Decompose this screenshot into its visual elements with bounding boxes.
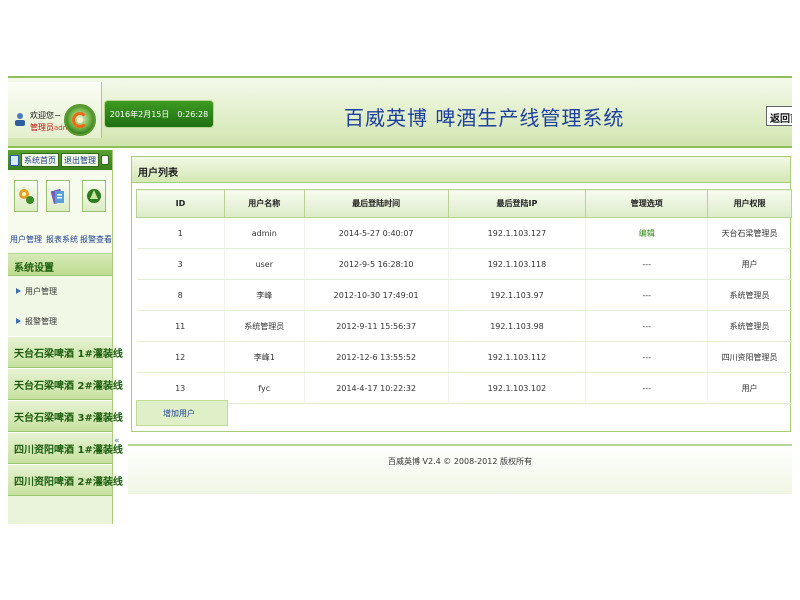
cell-permission: 用户 bbox=[707, 248, 792, 280]
edit-link[interactable]: 编辑 bbox=[585, 217, 709, 249]
sidebar: 系统首页 退出管理 用户管理 报表系统 报警查看 系统设置 用户管理 报警管理 … bbox=[8, 150, 123, 524]
sidebar-line-tiantai-3[interactable]: 天台石梁啤酒 3#灌装线 bbox=[8, 400, 123, 432]
bullet-arrow-icon bbox=[16, 288, 21, 294]
column-header: 用户权限 bbox=[707, 189, 792, 218]
cell-permission: 天台石梁管理员 bbox=[707, 217, 792, 249]
sidebar-top-links: 系统首页 退出管理 bbox=[8, 150, 112, 170]
cell-permission: 用户 bbox=[707, 372, 792, 404]
cell-last-login-time: 2012-12-6 13:55:52 bbox=[304, 341, 449, 373]
cell-id: 11 bbox=[136, 310, 225, 342]
cell-manage-option: --- bbox=[585, 341, 709, 373]
datetime-display: 2016年2月15日 0:26:28 bbox=[104, 100, 214, 128]
cell-manage-option: --- bbox=[585, 279, 709, 311]
table-row: 13 fyc 2014-4-17 10:22:32 192.1.103.102 … bbox=[136, 372, 792, 404]
add-user-button[interactable]: 增加用户 bbox=[136, 400, 228, 426]
gear-user-icon bbox=[19, 189, 34, 204]
cell-manage-option: --- bbox=[585, 310, 709, 342]
collapse-sidebar-icon[interactable]: « bbox=[114, 436, 124, 448]
cell-permission: 系统管理员 bbox=[707, 279, 792, 311]
chevron-down-icon[interactable] bbox=[101, 155, 109, 165]
report-icon bbox=[50, 188, 64, 205]
table-row: 1 admin 2014-5-27 0:40:07 192.1.103.127 … bbox=[136, 217, 792, 249]
cell-id: 12 bbox=[136, 341, 225, 373]
table-row: 3 user 2012-9-5 16:28:10 192.1.103.118 -… bbox=[136, 248, 792, 280]
cell-username: 系统管理员 bbox=[224, 310, 305, 342]
cell-last-login-ip: 192.1.103.97 bbox=[448, 279, 587, 311]
cell-username: admin bbox=[224, 217, 305, 249]
panel-title: 用户列表 bbox=[132, 157, 790, 183]
system-home-link[interactable]: 系统首页 bbox=[21, 153, 59, 167]
report-system-label: 报表系统 bbox=[46, 235, 78, 244]
role-label: 管理员 bbox=[30, 123, 54, 132]
cell-username: 李峰 bbox=[224, 279, 305, 311]
cell-username: fyc bbox=[224, 372, 305, 404]
header: 欢迎您~ 管理员admin 2016年2月15日 0:26:28 百威英博 啤酒… bbox=[8, 76, 792, 148]
user-table: ID 用户名称 最后登陆时间 最后登陆IP 管理选项 用户权限 1 admin … bbox=[136, 189, 792, 404]
sidebar-line-ziyang-2[interactable]: 四川资阳啤酒 2#灌装线 bbox=[8, 464, 123, 496]
app-window: 欢迎您~ 管理员admin 2016年2月15日 0:26:28 百威英博 啤酒… bbox=[8, 76, 792, 524]
cell-last-login-ip: 192.1.103.127 bbox=[448, 217, 587, 249]
user-management-button[interactable] bbox=[14, 180, 38, 212]
cell-permission: 系统管理员 bbox=[707, 310, 792, 342]
welcome-text: 欢迎您~ bbox=[30, 111, 61, 120]
user-management-label: 用户管理 bbox=[10, 235, 42, 244]
cell-manage-option: --- bbox=[585, 372, 709, 404]
footer-copyright: 百威英博 V2.4 © 2008-2012 版权所有 bbox=[388, 457, 532, 466]
sidebar-item-label: 报警管理 bbox=[25, 317, 57, 326]
alarm-view-button[interactable] bbox=[82, 180, 106, 212]
cell-last-login-time: 2012-10-30 17:49:01 bbox=[304, 279, 449, 311]
bullet-arrow-icon bbox=[16, 318, 21, 324]
column-header: ID bbox=[136, 189, 225, 218]
alarm-view-label: 报警查看 bbox=[80, 235, 112, 244]
user-list-panel: 用户列表 ID 用户名称 最后登陆时间 最后登陆IP 管理选项 用户权限 1 a… bbox=[131, 156, 792, 432]
cell-id: 8 bbox=[136, 279, 225, 311]
main-content: 用户列表 ID 用户名称 最后登陆时间 最后登陆IP 管理选项 用户权限 1 a… bbox=[128, 150, 792, 524]
table-row: 11 系统管理员 2012-9-11 15:56:37 192.1.103.98… bbox=[136, 310, 792, 342]
sidebar-line-tiantai-1[interactable]: 天台石梁啤酒 1#灌装线 bbox=[8, 336, 123, 368]
cell-username: 李峰1 bbox=[224, 341, 305, 373]
sidebar-item-user-management[interactable]: 用户管理 bbox=[8, 276, 112, 306]
table-row: 8 李峰 2012-10-30 17:49:01 192.1.103.97 --… bbox=[136, 279, 792, 311]
column-header: 最后登陆IP bbox=[447, 189, 587, 218]
report-system-button[interactable] bbox=[46, 180, 70, 212]
cell-last-login-ip: 192.1.103.118 bbox=[448, 248, 587, 280]
table-header-row: ID 用户名称 最后登陆时间 最后登陆IP 管理选项 用户权限 bbox=[136, 189, 792, 218]
cell-id: 1 bbox=[136, 217, 225, 249]
app-title: 百威英博 啤酒生产线管理系统 bbox=[344, 106, 625, 130]
welcome-box: 欢迎您~ 管理员admin bbox=[8, 82, 102, 138]
cell-last-login-time: 2014-5-27 0:40:07 bbox=[304, 217, 449, 249]
user-icon bbox=[15, 113, 25, 126]
cell-last-login-time: 2014-4-17 10:22:32 bbox=[304, 372, 449, 404]
column-header: 管理选项 bbox=[585, 189, 709, 218]
table-row: 12 李峰1 2012-12-6 13:55:52 192.1.103.112 … bbox=[136, 341, 792, 373]
logo-icon bbox=[64, 104, 96, 136]
column-header: 最后登陆时间 bbox=[303, 189, 449, 218]
cell-last-login-ip: 192.1.103.102 bbox=[448, 372, 587, 404]
sidebar-line-tiantai-2[interactable]: 天台石梁啤酒 2#灌装线 bbox=[8, 368, 123, 400]
sidebar-item-label: 用户管理 bbox=[25, 287, 57, 296]
sidebar-line-ziyang-1[interactable]: 四川资阳啤酒 1#灌装线 bbox=[8, 432, 123, 464]
alarm-icon bbox=[87, 189, 101, 203]
system-settings-header[interactable]: 系统设置 bbox=[8, 254, 112, 276]
cell-last-login-time: 2012-9-11 15:56:37 bbox=[304, 310, 449, 342]
date-text: 2016年2月15日 bbox=[109, 109, 170, 119]
home-icon bbox=[10, 154, 19, 166]
cell-manage-option: --- bbox=[585, 248, 709, 280]
footer bbox=[128, 446, 792, 494]
sidebar-item-alarm-management[interactable]: 报警管理 bbox=[8, 306, 112, 336]
cell-last-login-ip: 192.1.103.112 bbox=[448, 341, 587, 373]
column-header: 用户名称 bbox=[223, 189, 305, 218]
back-home-button[interactable]: 返回首页 bbox=[766, 106, 792, 126]
cell-id: 3 bbox=[136, 248, 225, 280]
cell-last-login-time: 2012-9-5 16:28:10 bbox=[304, 248, 449, 280]
quick-launch: 用户管理 报表系统 报警查看 bbox=[8, 170, 112, 254]
time-text: 0:26:28 bbox=[177, 109, 209, 119]
cell-username: user bbox=[224, 248, 305, 280]
logout-link[interactable]: 退出管理 bbox=[61, 153, 99, 167]
cell-id: 13 bbox=[136, 372, 225, 404]
cell-permission: 四川资阳管理员 bbox=[707, 341, 792, 373]
cell-last-login-ip: 192.1.103.98 bbox=[448, 310, 587, 342]
